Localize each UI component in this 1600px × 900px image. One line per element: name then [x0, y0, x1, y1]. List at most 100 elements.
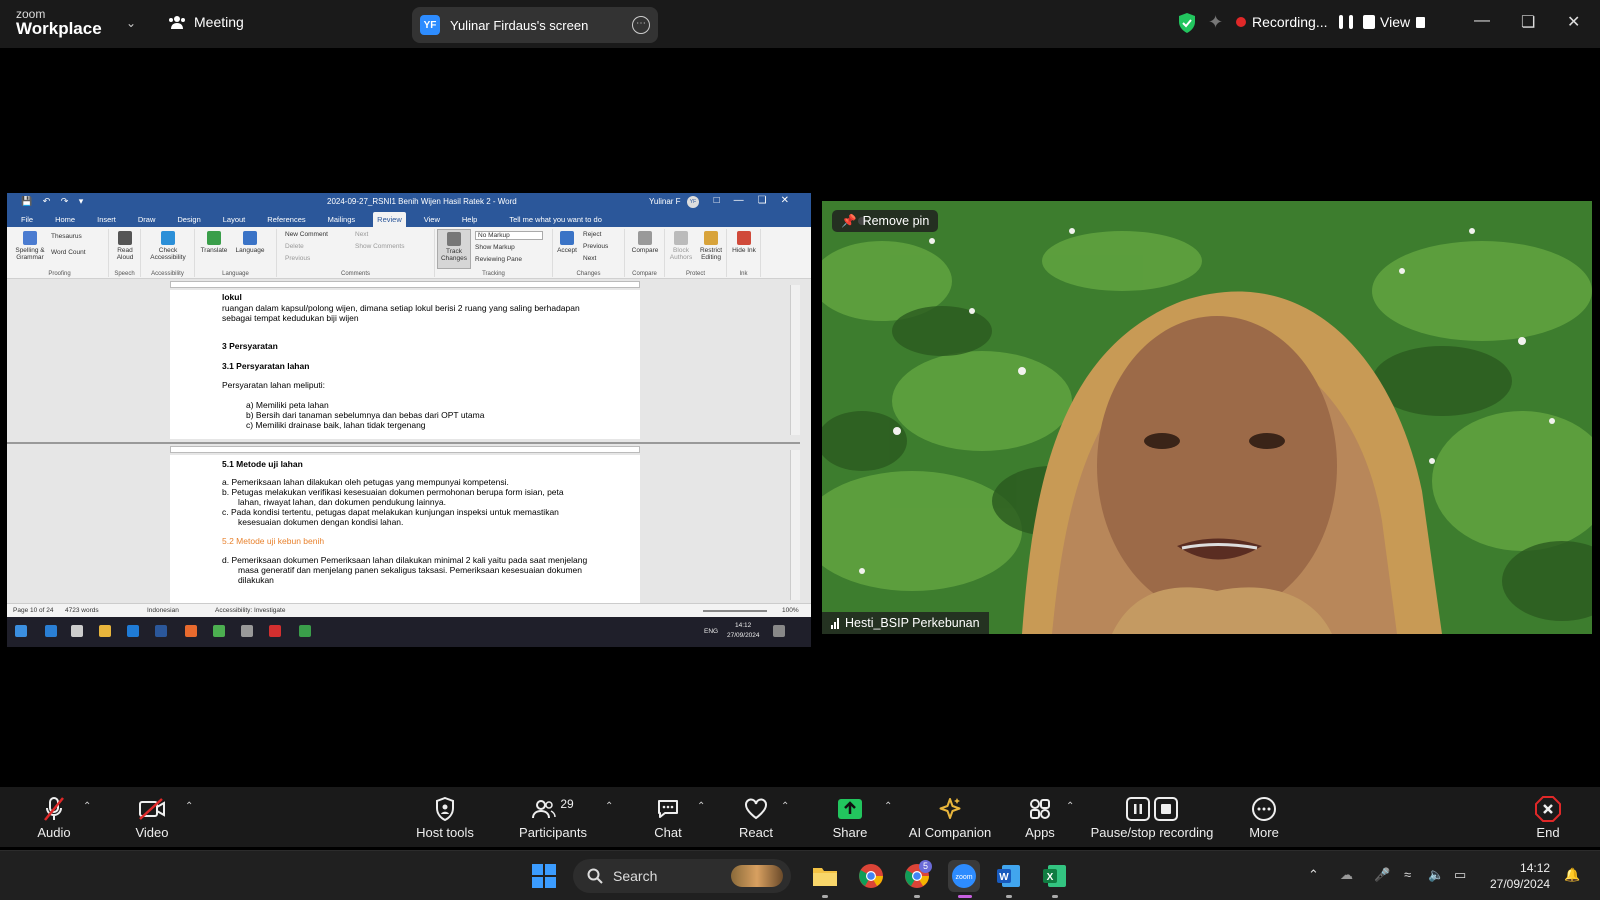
- word-quick-access-icons[interactable]: 💾 ↶ ↷ ▾: [21, 196, 87, 207]
- shared-folder-icon[interactable]: [99, 625, 111, 637]
- word-tab-mailings[interactable]: Mailings: [324, 212, 360, 227]
- more-button[interactable]: More: [1244, 787, 1284, 847]
- video-button[interactable]: Video: [130, 787, 174, 847]
- shared-mail-icon[interactable]: [127, 625, 139, 637]
- previous-comment-button[interactable]: Previous: [285, 255, 310, 262]
- shared-pdf-icon[interactable]: [269, 625, 281, 637]
- battery-icon[interactable]: ▭: [1454, 867, 1466, 883]
- security-shield-icon[interactable]: [1178, 13, 1196, 33]
- participants-button[interactable]: 29 Participants: [518, 787, 588, 847]
- word-tell-me[interactable]: Tell me what you want to do: [505, 212, 606, 227]
- file-explorer-icon[interactable]: [812, 863, 838, 889]
- audio-button[interactable]: Audio: [34, 787, 74, 847]
- windows-start-icon[interactable]: [531, 863, 557, 889]
- translate-button[interactable]: Translate: [197, 231, 231, 254]
- horizontal-ruler-2[interactable]: [170, 446, 640, 453]
- apps-caret-icon[interactable]: ⌃: [1066, 801, 1074, 812]
- vertical-scrollbar-bottom[interactable]: [790, 450, 800, 600]
- block-authors-button[interactable]: Block Authors: [667, 231, 695, 261]
- zoom-workplace-logo[interactable]: zoom Workplace: [16, 8, 102, 37]
- reject-button[interactable]: Reject: [583, 231, 601, 238]
- accept-button[interactable]: Accept: [555, 231, 579, 254]
- next-comment-button[interactable]: Next: [355, 231, 368, 238]
- excel-icon[interactable]: X: [1042, 863, 1068, 889]
- audio-options-caret-icon[interactable]: ⌃: [83, 801, 91, 812]
- notification-bell-icon[interactable]: 🔔: [1564, 867, 1580, 883]
- more-options-icon[interactable]: ⋯: [632, 16, 650, 34]
- apps-button[interactable]: Apps: [1022, 787, 1058, 847]
- word-count[interactable]: 4723 words: [65, 607, 99, 614]
- volume-icon[interactable]: 🔈: [1428, 867, 1444, 883]
- chat-button[interactable]: Chat: [650, 787, 686, 847]
- document-pane-top[interactable]: lokul ruangan dalam kapsul/polong wijen,…: [7, 279, 800, 439]
- markup-select[interactable]: No Markup: [475, 231, 543, 240]
- show-hidden-icons-icon[interactable]: ⌃: [1308, 867, 1319, 883]
- minimize-icon[interactable]: —: [1474, 12, 1490, 30]
- pause-recording-icon-2[interactable]: [1349, 15, 1354, 29]
- accessibility-status[interactable]: Accessibility: Investigate: [215, 607, 285, 614]
- zoom-slider[interactable]: [703, 610, 767, 612]
- shared-notification-icon[interactable]: [773, 625, 785, 637]
- read-aloud-button[interactable]: Read Aloud: [111, 231, 139, 261]
- taskbar-search-box[interactable]: Search: [573, 859, 791, 893]
- share-caret-icon[interactable]: ⌃: [884, 801, 892, 812]
- shared-edge-icon[interactable]: [45, 625, 57, 637]
- spelling-grammar-button[interactable]: Spelling & Grammar: [13, 231, 47, 261]
- show-comments-button[interactable]: Show Comments: [355, 243, 405, 250]
- restrict-editing-button[interactable]: Restrict Editing: [697, 231, 725, 261]
- react-button[interactable]: React: [736, 787, 776, 847]
- shared-store-icon[interactable]: [71, 625, 83, 637]
- shared-firefox-icon[interactable]: [185, 625, 197, 637]
- compare-button[interactable]: Compare: [627, 231, 663, 254]
- participants-caret-icon[interactable]: ⌃: [605, 801, 613, 812]
- word-tab-help[interactable]: Help: [458, 212, 481, 227]
- microphone-icon[interactable]: 🎤: [1374, 867, 1390, 883]
- track-changes-button[interactable]: Track Changes: [437, 229, 471, 269]
- word-tab-layout[interactable]: Layout: [219, 212, 250, 227]
- host-tools-button[interactable]: Host tools: [410, 787, 480, 847]
- document-language[interactable]: Indonesian: [147, 607, 179, 614]
- word-tab-design[interactable]: Design: [173, 212, 204, 227]
- stop-recording-icon[interactable]: [1363, 15, 1376, 29]
- screen-share-pill[interactable]: YF Yulinar Firdaus's screen ⋯: [412, 7, 658, 43]
- view-menu[interactable]: View: [1380, 14, 1426, 30]
- meeting-menu[interactable]: Meeting: [168, 14, 244, 30]
- vertical-scrollbar-top[interactable]: [790, 285, 800, 435]
- remove-pin-button[interactable]: 📌 Remove pin: [832, 210, 939, 232]
- word-window-controls[interactable]: □—❏✕: [714, 195, 803, 206]
- word-count-button[interactable]: Word Count: [51, 249, 86, 256]
- restore-icon[interactable]: ❏: [1521, 12, 1535, 32]
- word-tab-review[interactable]: Review: [373, 212, 406, 227]
- word-tab-references[interactable]: References: [263, 212, 309, 227]
- hide-ink-button[interactable]: Hide Ink: [729, 231, 759, 254]
- word-tab-file[interactable]: File: [17, 212, 37, 227]
- close-icon[interactable]: ✕: [1567, 12, 1580, 32]
- shared-word-icon[interactable]: [155, 625, 167, 637]
- participant-video-tile[interactable]: 📌 Remove pin Hesti_BSIP Perkebunan: [822, 201, 1592, 634]
- shared-chrome-icon[interactable]: [213, 625, 225, 637]
- document-page-top[interactable]: lokul ruangan dalam kapsul/polong wijen,…: [170, 290, 640, 439]
- word-tab-insert[interactable]: Insert: [93, 212, 120, 227]
- language-button[interactable]: Language: [233, 231, 267, 254]
- ai-companion-button[interactable]: AI Companion: [908, 787, 992, 847]
- next-change-button[interactable]: Next: [583, 255, 596, 262]
- shared-start-icon[interactable]: [15, 625, 27, 637]
- horizontal-ruler[interactable]: [170, 281, 640, 288]
- share-button[interactable]: Share: [828, 787, 872, 847]
- word-tab-draw[interactable]: Draw: [134, 212, 160, 227]
- word-user-avatar[interactable]: YF: [687, 196, 699, 208]
- check-accessibility-button[interactable]: Check Accessibility: [143, 231, 193, 261]
- wifi-icon[interactable]: ≈: [1404, 867, 1411, 882]
- previous-change-button[interactable]: Previous: [583, 243, 608, 250]
- chevron-down-icon[interactable]: ⌄: [126, 16, 136, 30]
- chat-caret-icon[interactable]: ⌃: [697, 801, 705, 812]
- onedrive-offline-icon[interactable]: ☁: [1340, 867, 1353, 883]
- document-pane-bottom[interactable]: 5.1 Metode uji lahan a. Pemeriksaan laha…: [7, 442, 800, 603]
- pause-recording-icon[interactable]: [1339, 15, 1344, 29]
- zoom-taskbar-button[interactable]: zoom: [948, 860, 980, 892]
- shared-app-icon[interactable]: [241, 625, 253, 637]
- pause-stop-recording-button[interactable]: Pause/stop recording: [1090, 787, 1214, 847]
- page-count[interactable]: Page 10 of 24: [13, 607, 53, 614]
- show-markup-button[interactable]: Show Markup: [475, 244, 515, 251]
- shared-chrome-2-icon[interactable]: [299, 625, 311, 637]
